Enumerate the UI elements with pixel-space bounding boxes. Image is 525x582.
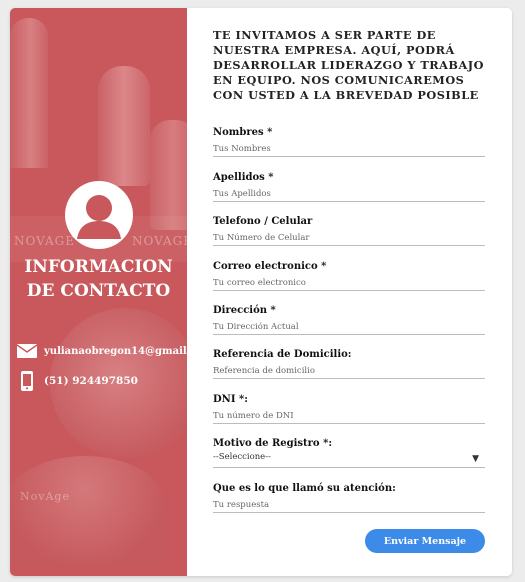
brand-watermark: NOVAGE <box>14 234 75 248</box>
referencia-label: Referencia de Domicilio: <box>213 349 352 360</box>
motivo-selected-value: --Seleccione-- <box>213 452 271 462</box>
mobile-phone-icon <box>16 371 38 391</box>
email-text: yulianaobregon14@gmail.com <box>44 345 187 357</box>
telefono-field: Telefono / Celular <box>213 216 485 246</box>
brand-watermark: NovAge <box>20 490 70 503</box>
correo-field: Correo electronico * <box>213 261 485 291</box>
nombres-input[interactable] <box>213 141 485 157</box>
envelope-icon <box>16 342 38 360</box>
apellidos-input[interactable] <box>213 186 485 202</box>
motivo-label: Motivo de Registro *: <box>213 438 333 449</box>
direccion-field: Dirección * <box>213 305 485 335</box>
brand-watermark: NOVAGE <box>132 234 187 248</box>
product-bottle-image <box>98 66 150 186</box>
direccion-input[interactable] <box>213 319 485 335</box>
dni-input[interactable] <box>213 408 485 424</box>
correo-label: Correo electronico * <box>213 261 327 272</box>
correo-input[interactable] <box>213 275 485 291</box>
product-bottle-image <box>10 18 48 168</box>
apellidos-field: Apellidos * <box>213 172 485 202</box>
contact-info-title: INFORMACION DE CONTACTO <box>10 255 187 303</box>
contact-phone: (51) 924497850 <box>16 371 138 391</box>
dni-field: DNI *: <box>213 394 485 424</box>
registration-form: TE INVITAMOS A SER PARTE DE NUESTRA EMPR… <box>187 8 512 576</box>
contact-info-title-line1: INFORMACION <box>24 257 173 277</box>
contact-email: yulianaobregon14@gmail.com <box>16 342 187 360</box>
product-bottle-image <box>150 120 187 230</box>
contact-info-panel: NOVAGE NOVAGE NovAge INFORMACION DE CONT… <box>10 8 187 576</box>
contact-card: NOVAGE NOVAGE NovAge INFORMACION DE CONT… <box>10 8 512 576</box>
motivo-field: Motivo de Registro *: --Seleccione-- ▼ <box>213 438 485 468</box>
motivo-select[interactable]: --Seleccione-- ▼ <box>213 452 485 468</box>
referencia-input[interactable] <box>213 363 485 379</box>
phone-text: (51) 924497850 <box>44 375 138 387</box>
telefono-label: Telefono / Celular <box>213 216 313 227</box>
apellidos-label: Apellidos * <box>213 172 274 183</box>
direccion-label: Dirección * <box>213 305 276 316</box>
form-heading: TE INVITAMOS A SER PARTE DE NUESTRA EMPR… <box>213 28 484 102</box>
atencion-field: Que es lo que llamó su atención: <box>213 483 485 513</box>
send-message-button[interactable]: Enviar Mensaje <box>365 529 485 553</box>
dropdown-arrow-icon: ▼ <box>472 454 479 464</box>
dni-label: DNI *: <box>213 394 248 405</box>
contact-info-title-line2: DE CONTACTO <box>26 281 171 301</box>
telefono-input[interactable] <box>213 230 485 246</box>
product-jar-image <box>10 456 170 566</box>
nombres-label: Nombres * <box>213 127 273 138</box>
user-avatar-icon <box>65 181 133 249</box>
atencion-input[interactable] <box>213 497 485 513</box>
referencia-field: Referencia de Domicilio: <box>213 349 485 379</box>
nombres-field: Nombres * <box>213 127 485 157</box>
atencion-label: Que es lo que llamó su atención: <box>213 483 396 494</box>
